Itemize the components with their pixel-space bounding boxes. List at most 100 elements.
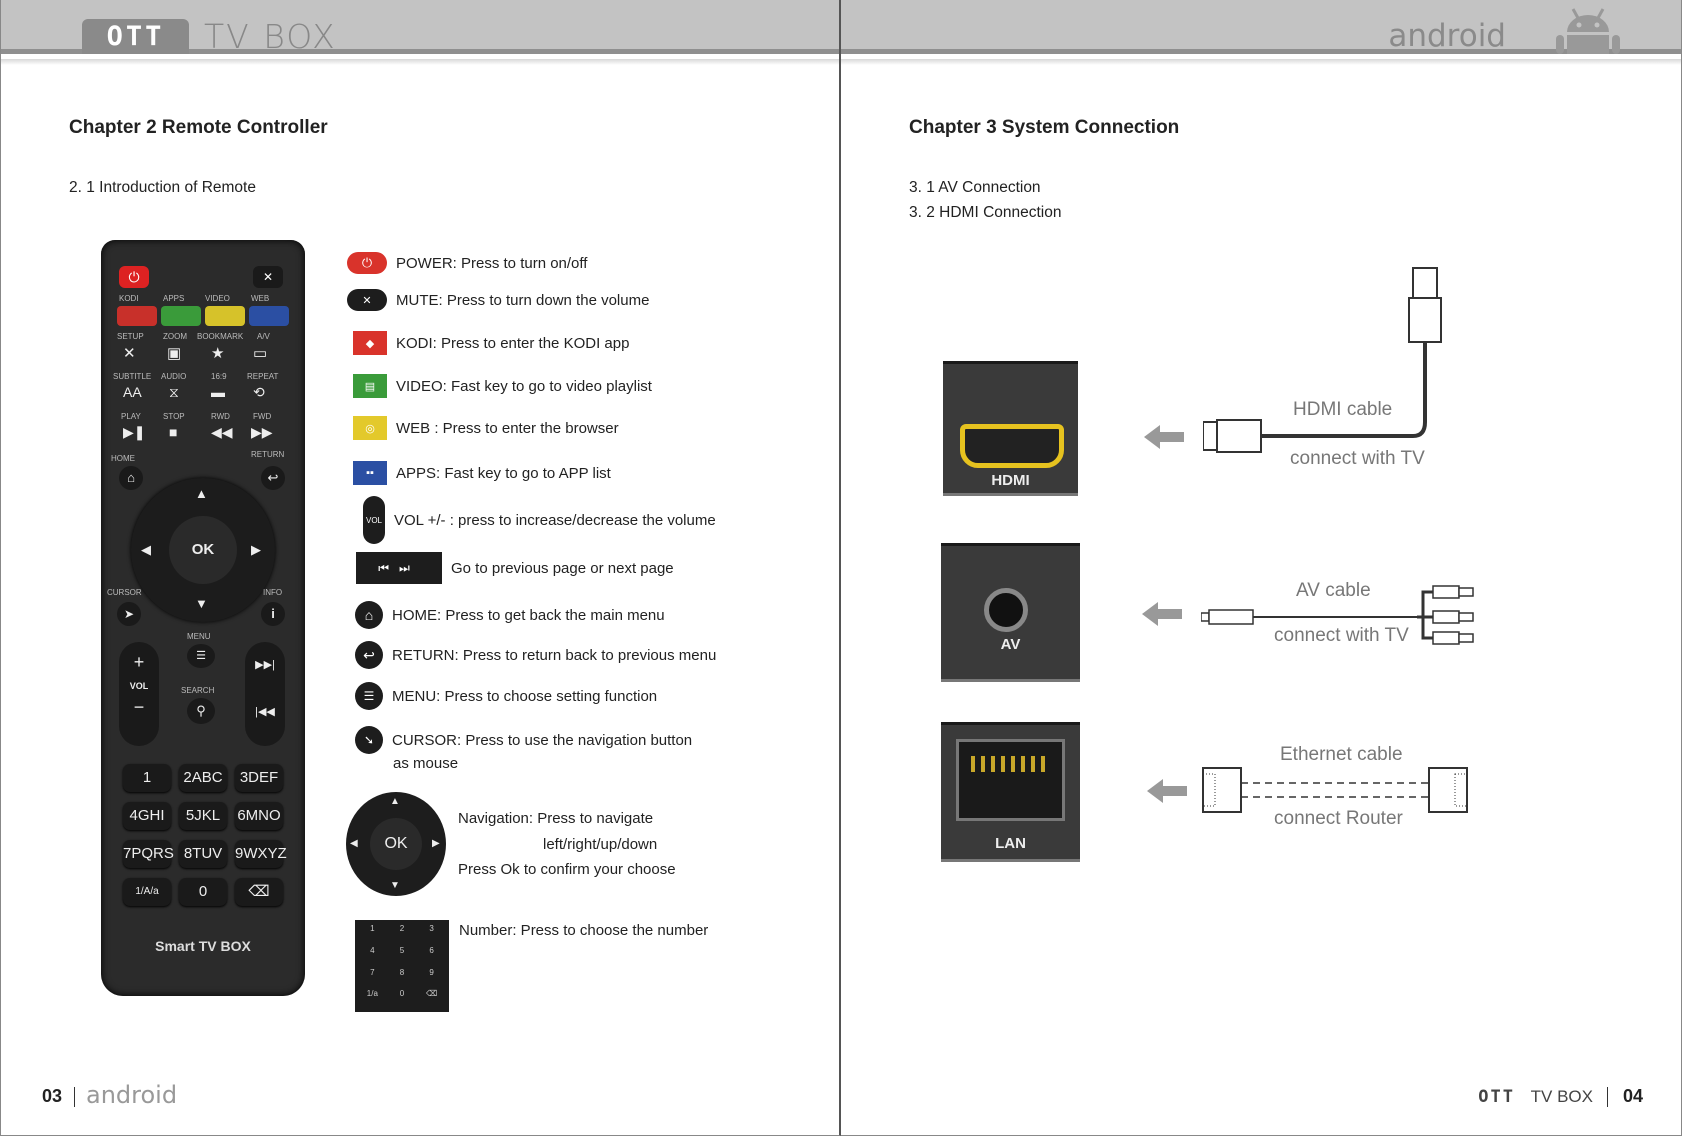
video-color-key: [205, 306, 245, 326]
arrow-right-icon: ▶: [432, 838, 440, 849]
remote-label-av: A/V: [257, 332, 270, 341]
legend-home: ⌂ HOME: Press to get back the main menu: [355, 601, 665, 629]
video-icon: ▤: [353, 374, 387, 398]
remote-label-video: VIDEO: [205, 294, 230, 303]
legend-kodi: ◆ KODI: Press to enter the KODI app: [353, 331, 629, 355]
menu-icon: ☰: [187, 644, 215, 668]
remote-label-info: INFO: [263, 588, 283, 597]
cursor-icon: ➘: [355, 726, 383, 754]
ethernet-port-icon: [956, 739, 1065, 821]
return-icon: ↩: [355, 641, 383, 669]
section-hdmi: 3. 2 HDMI Connection: [909, 204, 1062, 221]
numpad-key: 4: [370, 945, 375, 955]
arrow-left-icon: [1147, 777, 1187, 805]
footer-ott-badge: OTT: [1478, 1087, 1515, 1107]
chapter-title: Chapter 2 Remote Controller: [69, 117, 328, 138]
numpad-illustration: 1 2 3 4 5 6 7 8 9 1/a 0 ⌫: [355, 920, 449, 1012]
port-label: HDMI: [991, 472, 1030, 489]
web-icon: ◎: [353, 416, 387, 440]
legend-text: MUTE: Press to turn down the volume: [396, 291, 650, 309]
legend-video: ▤ VIDEO: Fast key to go to video playlis…: [353, 374, 652, 398]
audio-icon: ⧖: [169, 384, 179, 400]
legend-cursor-cont: as mouse: [393, 755, 458, 772]
remote-label-home: HOME: [111, 454, 135, 463]
web-color-key: [249, 306, 289, 326]
legend-text: POWER: Press to turn on/off: [396, 254, 588, 272]
legend-return: ↩ RETURN: Press to return back to previo…: [355, 641, 716, 669]
numpad-key: 3: [429, 924, 434, 933]
legend-text: WEB : Press to enter the browser: [396, 419, 619, 437]
remote-label-subtitle: SUBTITLE: [113, 372, 152, 381]
remote-label-audio: AUDIO: [161, 372, 187, 381]
remote-label-bookmark: BOOKMARK: [197, 332, 244, 341]
remote-label-repeat: REPEAT: [247, 372, 279, 381]
vol-plus-icon: +: [133, 652, 145, 672]
port-label: AV: [1000, 636, 1021, 653]
ethernet-connect-label: connect Router: [1274, 808, 1403, 829]
arrow-left-icon: [1142, 600, 1182, 628]
remote-label-kodi: KODI: [119, 294, 139, 303]
number-text: Number: Press to choose the number: [459, 922, 709, 939]
header-brand: android: [1388, 18, 1506, 54]
mute-button: ✕: [253, 266, 283, 288]
section-title: 2. 1 Introduction of Remote: [69, 179, 256, 196]
numpad-key: 2: [399, 924, 405, 933]
subtitle-icon: AA: [123, 384, 142, 400]
av-connect-label: connect with TV: [1274, 625, 1409, 646]
right-page: android Chapter 3 System Connection 3. 1…: [841, 0, 1682, 1136]
remote-label-zoom: ZOOM: [163, 332, 187, 341]
legend-apps: ▪▪ APPS: Fast key to go to APP list: [353, 461, 611, 485]
android-robot-icon: [1556, 8, 1620, 54]
numpad-key: ⌫: [426, 989, 438, 999]
legend-text: RETURN: Press to return back to previous…: [392, 646, 717, 664]
numpad-key: 5: [399, 945, 405, 955]
arrow-up-icon: ▲: [390, 796, 400, 807]
legend-text: as mouse: [393, 755, 459, 772]
legend-page: ⏮⏭ Go to previous page or next page: [356, 552, 674, 584]
remote-label-search: SEARCH: [181, 686, 215, 695]
lan-port-photo: LAN: [941, 722, 1080, 862]
stop-icon: ■: [169, 424, 178, 440]
rewind-icon: ◀◀: [211, 424, 233, 440]
aspect-icon: ▬: [211, 384, 225, 400]
section-av: 3. 1 AV Connection: [909, 179, 1041, 196]
remote-key-backspace: ⌫: [235, 878, 283, 906]
home-icon: ⌂: [355, 601, 383, 629]
remote-key-6: 6MNO: [235, 802, 283, 830]
fast-forward-icon: ▶▶: [251, 424, 273, 440]
numpad-key: 1: [370, 924, 375, 933]
remote-key-1: 1: [123, 764, 171, 792]
legend-menu: ☰ MENU: Press to choose setting function: [355, 682, 657, 710]
arrow-down-icon: ▼: [390, 880, 400, 891]
remote-key-8: 8TUV: [179, 840, 227, 868]
remote-controller: ⏻ ✕ KODI APPS VIDEO WEB SETUP ZOOM BOOKM…: [101, 240, 305, 996]
remote-key-7: 7PQRS: [123, 840, 174, 868]
prev-page-icon: |◀◀: [255, 706, 275, 718]
legend-text: KODI: Press to enter the KODI app: [396, 334, 630, 352]
page-number: 03: [42, 1086, 63, 1106]
remote-key-case: 1/A/a: [123, 878, 171, 906]
legend-power: ⏻ POWER: Press to turn on/off: [347, 252, 587, 274]
numpad-key: 6: [429, 945, 434, 955]
left-page: OTT TV BOX Chapter 2 Remote Controller 2…: [0, 0, 841, 1136]
header-title: TV BOX: [204, 17, 337, 56]
menu-icon: ☰: [355, 682, 383, 710]
remote-label-cursor: CURSOR: [107, 588, 142, 597]
av-cable-label: AV cable: [1296, 580, 1371, 601]
vol-label: VOL: [129, 681, 149, 691]
page-skip-icon: ⏮⏭: [356, 552, 442, 584]
bookmark-icon: ★: [211, 345, 225, 362]
remote-label-return: RETURN: [251, 450, 285, 459]
mute-icon: ✕: [347, 289, 387, 311]
play-pause-icon: ▶❚: [123, 424, 146, 440]
next-page-icon: ▶▶|: [255, 659, 275, 671]
hdmi-connect-label: connect with TV: [1290, 448, 1425, 469]
remote-label-stop: STOP: [163, 412, 185, 421]
av-jack-icon: [984, 588, 1028, 632]
remote-label-menu: MENU: [187, 632, 211, 641]
remote-label-apps: APPS: [163, 294, 185, 303]
remote-label-play: PLAY: [121, 412, 141, 421]
av-icon: ▭: [253, 345, 268, 362]
remote-label-web: WEB: [251, 294, 270, 303]
page-rocker: ▶▶| |◀◀: [245, 642, 285, 746]
